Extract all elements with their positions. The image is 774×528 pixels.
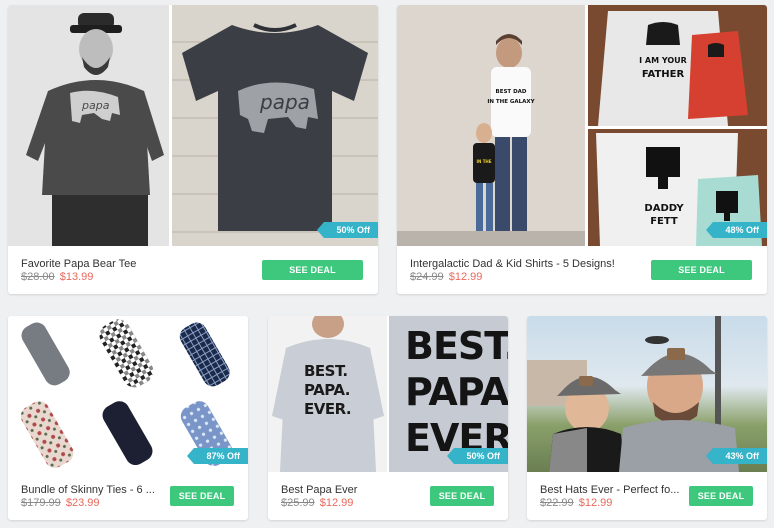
small-print-line-1: BEST. — [304, 362, 348, 380]
deal-card-intergalactic-shirts[interactable]: BEST DAD IN THE GALAXY IN THE I AM YOUR … — [397, 5, 767, 294]
original-price: $22.99 — [540, 497, 574, 509]
shirt-photo: papa — [172, 5, 378, 246]
shirt-print: papa — [259, 90, 310, 114]
deal-image[interactable]: BEST. PAPA. EVER. BEST. PAPA. EVER 50% O… — [268, 316, 508, 472]
deal-card-best-hats-ever[interactable]: 43% Off Best Hats Ever - Perfect fo... $… — [527, 316, 767, 520]
deal-price: $25.99 $12.99 — [281, 497, 353, 509]
discount-badge: 43% Off — [706, 448, 767, 464]
discount-badge: 87% Off — [187, 448, 248, 464]
discount-badge: 50% Off — [447, 448, 508, 464]
deal-image[interactable]: papa papa 50% Off — [8, 5, 378, 246]
svg-text:IN THE GALAXY: IN THE GALAXY — [487, 99, 535, 105]
dad-kid-photo: BEST DAD IN THE GALAXY IN THE — [397, 5, 585, 246]
original-price: $24.99 — [410, 271, 444, 283]
sale-price: $12.99 — [448, 271, 483, 283]
sale-price: $12.99 — [319, 497, 354, 509]
deal-price: $22.99 $12.99 — [540, 497, 612, 509]
deal-title[interactable]: Bundle of Skinny Ties - 6 ... — [21, 484, 161, 496]
original-price: $179.99 — [21, 497, 61, 509]
deal-card-papa-bear-tee[interactable]: papa papa 50% Off Favorite Papa Bear Tee… — [8, 5, 378, 294]
deal-price: $24.99 $12.99 — [410, 271, 482, 283]
original-price: $25.99 — [281, 497, 315, 509]
vader-shirt-photo: I AM YOUR FATHER — [588, 5, 767, 126]
father-text: I AM YOUR — [639, 56, 687, 65]
original-price: $28.00 — [21, 271, 55, 283]
deal-price: $28.00 $13.99 — [21, 271, 93, 283]
svg-text:FETT: FETT — [650, 216, 678, 227]
see-deal-button[interactable]: SEE DEAL — [430, 486, 494, 506]
big-print-line-1: BEST. — [405, 324, 508, 368]
deal-title[interactable]: Favorite Papa Bear Tee — [21, 258, 261, 270]
discount-badge: 50% Off — [317, 222, 378, 238]
sale-price: $13.99 — [59, 271, 94, 283]
small-print-line-3: EVER. — [304, 400, 352, 418]
see-deal-button[interactable]: SEE DEAL — [262, 260, 363, 280]
svg-text:FATHER: FATHER — [642, 69, 685, 80]
deal-image[interactable]: 87% Off — [8, 316, 248, 472]
see-deal-button[interactable]: SEE DEAL — [170, 486, 234, 506]
deal-card-best-papa-ever[interactable]: BEST. PAPA. EVER. BEST. PAPA. EVER 50% O… — [268, 316, 508, 520]
see-deal-button[interactable]: SEE DEAL — [689, 486, 753, 506]
deal-title[interactable]: Best Papa Ever — [281, 484, 421, 496]
small-print-line-2: PAPA. — [304, 381, 350, 399]
sale-price: $12.99 — [578, 497, 613, 509]
dad-shirt-text: BEST DAD — [496, 89, 527, 95]
model-photo: papa — [8, 5, 169, 246]
fett-text: DADDY — [644, 203, 684, 214]
bear-text: papa — [81, 99, 110, 112]
big-print-line-2: PAPA. — [405, 370, 508, 414]
sale-price: $23.99 — [65, 497, 100, 509]
deal-image[interactable]: 43% Off — [527, 316, 767, 472]
deal-card-skinny-ties[interactable]: 87% Off Bundle of Skinny Ties - 6 ... $1… — [8, 316, 248, 520]
model-photo: BEST. PAPA. EVER. — [268, 316, 387, 472]
discount-badge: 48% Off — [706, 222, 767, 238]
kid-shirt-text: IN THE — [476, 159, 491, 164]
deal-price: $179.99 $23.99 — [21, 497, 99, 509]
deal-title[interactable]: Best Hats Ever - Perfect fo... — [540, 484, 680, 496]
deal-image[interactable]: BEST DAD IN THE GALAXY IN THE I AM YOUR … — [397, 5, 767, 246]
deal-title[interactable]: Intergalactic Dad & Kid Shirts - 5 Desig… — [410, 258, 650, 270]
see-deal-button[interactable]: SEE DEAL — [651, 260, 752, 280]
